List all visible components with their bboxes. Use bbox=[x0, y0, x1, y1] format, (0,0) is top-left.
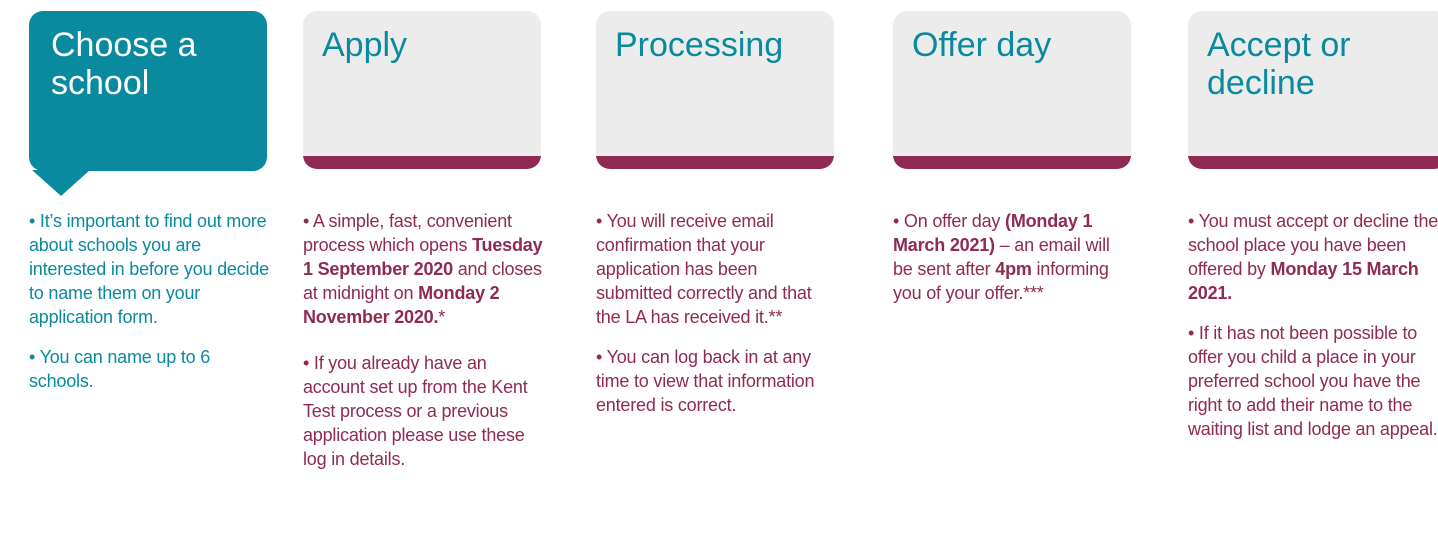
step-paragraph: • You can log back in at any time to vie… bbox=[596, 347, 815, 415]
step-description-apply: • A simple, fast, convenient process whi… bbox=[303, 209, 543, 487]
step-description-choose-school: • It’s important to find out more about … bbox=[29, 209, 269, 409]
step-paragraph: • You will receive email confirmation th… bbox=[596, 211, 812, 327]
step-card-offer-day: Offer day bbox=[893, 11, 1131, 169]
time-highlight: 4pm bbox=[995, 259, 1032, 279]
step-title: Accept or decline bbox=[1207, 26, 1351, 102]
step-bar bbox=[1188, 156, 1438, 169]
active-step-pointer bbox=[32, 170, 90, 196]
step-paragraph: • You can name up to 6 schools. bbox=[29, 347, 211, 391]
step-paragraph: • A simple, fast, convenient process whi… bbox=[303, 209, 543, 329]
step-description-accept-decline: • You must accept or decline the school … bbox=[1188, 209, 1438, 457]
admissions-timeline: Choose a school • It’s important to find… bbox=[0, 0, 1438, 552]
step-bar bbox=[893, 156, 1131, 169]
step-paragraph: • On offer day (Monday 1 March 2021) – a… bbox=[893, 209, 1123, 305]
text-run: • On offer day bbox=[893, 211, 1006, 231]
step-paragraph: • You must accept or decline the school … bbox=[1188, 209, 1438, 305]
step-bar bbox=[596, 156, 834, 169]
step-title: Choose a school bbox=[51, 26, 197, 102]
footnote-mark: * bbox=[438, 307, 446, 327]
step-title: Offer day bbox=[912, 26, 1052, 64]
step-card-processing: Processing bbox=[596, 11, 834, 169]
step-paragraph: • If it has not been possible to offer y… bbox=[1188, 323, 1438, 439]
step-description-processing: • You will receive email confirmation th… bbox=[596, 209, 836, 433]
step-card-apply: Apply bbox=[303, 11, 541, 169]
step-paragraph: • It’s important to find out more about … bbox=[29, 211, 269, 327]
step-card-choose-school: Choose a school bbox=[29, 11, 267, 171]
step-paragraph: • If you already have an account set up … bbox=[303, 353, 528, 469]
step-title: Apply bbox=[322, 26, 408, 64]
step-title: Processing bbox=[615, 26, 784, 64]
step-card-accept-decline: Accept or decline bbox=[1188, 11, 1438, 169]
step-description-offer-day: • On offer day (Monday 1 March 2021) – a… bbox=[893, 209, 1123, 321]
step-bar bbox=[303, 156, 541, 169]
